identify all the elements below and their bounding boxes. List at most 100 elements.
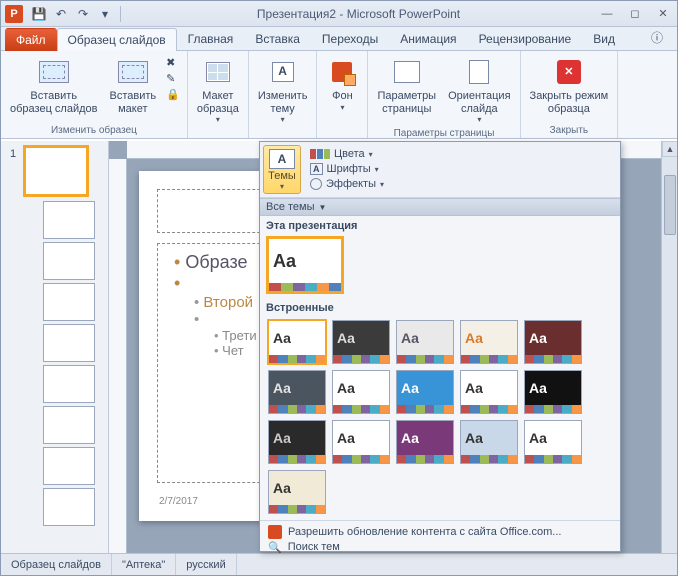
themes-panel-header: A Темы Цвета A Шрифты Эффекты	[260, 142, 620, 198]
theme-item[interactable]: Aa	[524, 370, 582, 414]
theme-swatch	[269, 405, 325, 413]
theme-item[interactable]: Aa	[396, 370, 454, 414]
colors-button[interactable]: Цвета	[307, 147, 387, 161]
close-button[interactable]: ✕	[649, 5, 677, 23]
tab-review[interactable]: Рецензирование	[468, 27, 583, 50]
theme-preview-text: Aa	[269, 371, 325, 405]
maximize-button[interactable]: ◻	[621, 5, 649, 23]
close-master-view-button[interactable]: ✕ Закрыть режим образца	[525, 53, 614, 118]
effects-button[interactable]: Эффекты	[307, 177, 387, 191]
label: Вставить образец слайдов	[10, 90, 97, 115]
minimize-button[interactable]: —	[593, 5, 621, 23]
effects-icon	[310, 178, 322, 190]
theme-item[interactable]: Aa	[268, 470, 326, 514]
ribbon-tabs: Файл Образец слайдов Главная Вставка Пер…	[1, 27, 677, 51]
rename-button[interactable]: ✎	[163, 71, 183, 86]
vertical-scrollbar[interactable]: ▲	[661, 141, 677, 553]
label: Макет образца	[197, 90, 239, 115]
theme-item[interactable]: Aa	[460, 420, 518, 464]
master-thumbnail[interactable]: 1	[25, 147, 87, 195]
theme-swatch	[525, 455, 581, 463]
status-view[interactable]: Образец слайдов	[1, 554, 112, 575]
scroll-up-icon[interactable]: ▲	[662, 141, 677, 157]
layout-thumbnail[interactable]	[43, 201, 95, 239]
theme-item[interactable]: Aa	[268, 238, 342, 292]
theme-item[interactable]: Aa	[460, 320, 518, 364]
label: Цвета	[334, 148, 365, 160]
date-placeholder[interactable]: 2/7/2017	[159, 496, 198, 507]
theme-swatch	[461, 405, 517, 413]
save-button[interactable]: 💾	[29, 4, 49, 24]
window-controls: — ◻ ✕	[593, 5, 677, 23]
tab-slide-master[interactable]: Образец слайдов	[57, 28, 177, 51]
theme-item[interactable]: Aa	[396, 420, 454, 464]
gallery-this-presentation: Aa	[260, 234, 620, 298]
layout-thumbnail[interactable]	[43, 365, 95, 403]
thumbnails-panel: 1	[1, 141, 109, 553]
themes-button[interactable]: A Темы	[263, 145, 301, 194]
tab-transitions[interactable]: Переходы	[311, 27, 389, 50]
theme-item[interactable]: Aa	[268, 320, 326, 364]
theme-item[interactable]: Aa	[524, 420, 582, 464]
orientation-button[interactable]: Ориентация слайда	[443, 53, 515, 127]
preserve-button[interactable]: 🔒	[163, 87, 183, 102]
status-bar: Образец слайдов "Аптека" русский	[1, 553, 677, 575]
background-button[interactable]: Фон	[321, 53, 363, 115]
theme-item[interactable]: Aa	[332, 370, 390, 414]
layout-thumbnail[interactable]	[43, 488, 95, 526]
theme-preview-text: Aa	[333, 371, 389, 405]
all-themes-bar[interactable]: Все темы ▼	[260, 198, 620, 216]
label: Поиск тем	[288, 541, 340, 553]
layout-thumbnail[interactable]	[43, 242, 95, 280]
theme-swatch	[525, 355, 581, 363]
change-theme-button[interactable]: A Изменить тему	[253, 53, 313, 127]
scroll-thumb[interactable]	[664, 175, 676, 235]
layout-thumbnail[interactable]	[43, 324, 95, 362]
status-language[interactable]: русский	[176, 554, 236, 575]
theme-preview-text: Aa	[525, 371, 581, 405]
browse-themes-item[interactable]: 🔍 Поиск тем	[260, 543, 620, 551]
theme-item[interactable]: Aa	[268, 420, 326, 464]
tab-file[interactable]: Файл	[5, 28, 57, 51]
theme-swatch	[461, 355, 517, 363]
theme-preview-text: Aa	[397, 421, 453, 455]
theme-swatch	[333, 455, 389, 463]
label: Закрыть режим образца	[530, 90, 609, 115]
tab-animation[interactable]: Анимация	[389, 27, 467, 50]
theme-preview-text: Aa	[333, 321, 389, 355]
enable-office-content-item[interactable]: Разрешить обновление контента с сайта Of…	[260, 521, 620, 543]
group-label	[253, 135, 313, 138]
quick-access-toolbar: 💾 ↶ ↷ ▾	[29, 4, 124, 24]
undo-button[interactable]: ↶	[51, 4, 71, 24]
delete-button[interactable]: ✖	[163, 55, 183, 70]
insert-layout-button[interactable]: Вставить макет	[104, 53, 161, 118]
tab-insert[interactable]: Вставка	[244, 27, 311, 50]
theme-item[interactable]: Aa	[268, 370, 326, 414]
theme-item[interactable]: Aa	[460, 370, 518, 414]
insert-slide-master-button[interactable]: Вставить образец слайдов	[5, 53, 102, 118]
group-label	[192, 135, 244, 138]
theme-item[interactable]: Aa	[396, 320, 454, 364]
label: Изменить тему	[258, 90, 308, 115]
tab-home[interactable]: Главная	[177, 27, 245, 50]
label: Фон	[332, 90, 353, 103]
redo-button[interactable]: ↷	[73, 4, 93, 24]
fonts-button[interactable]: A Шрифты	[307, 162, 387, 176]
theme-preview-text: Aa	[525, 321, 581, 355]
title-bar: P 💾 ↶ ↷ ▾ Презентация2 - Microsoft Power…	[1, 1, 677, 27]
master-number: 1	[10, 148, 16, 160]
theme-item[interactable]: Aa	[332, 320, 390, 364]
tab-view[interactable]: Вид	[582, 27, 626, 50]
ribbon-help-button[interactable]: ⓘ	[645, 25, 669, 50]
layout-thumbnail[interactable]	[43, 447, 95, 485]
qat-customize-button[interactable]: ▾	[95, 4, 115, 24]
theme-item[interactable]: Aa	[332, 420, 390, 464]
theme-swatch	[333, 405, 389, 413]
layout-thumbnail[interactable]	[43, 406, 95, 444]
theme-item[interactable]: Aa	[524, 320, 582, 364]
theme-swatch	[397, 355, 453, 363]
layout-thumbnail[interactable]	[43, 283, 95, 321]
master-layout-button[interactable]: Макет образца	[192, 53, 244, 127]
status-theme[interactable]: "Аптека"	[112, 554, 176, 575]
page-setup-button[interactable]: Параметры страницы	[372, 53, 441, 118]
